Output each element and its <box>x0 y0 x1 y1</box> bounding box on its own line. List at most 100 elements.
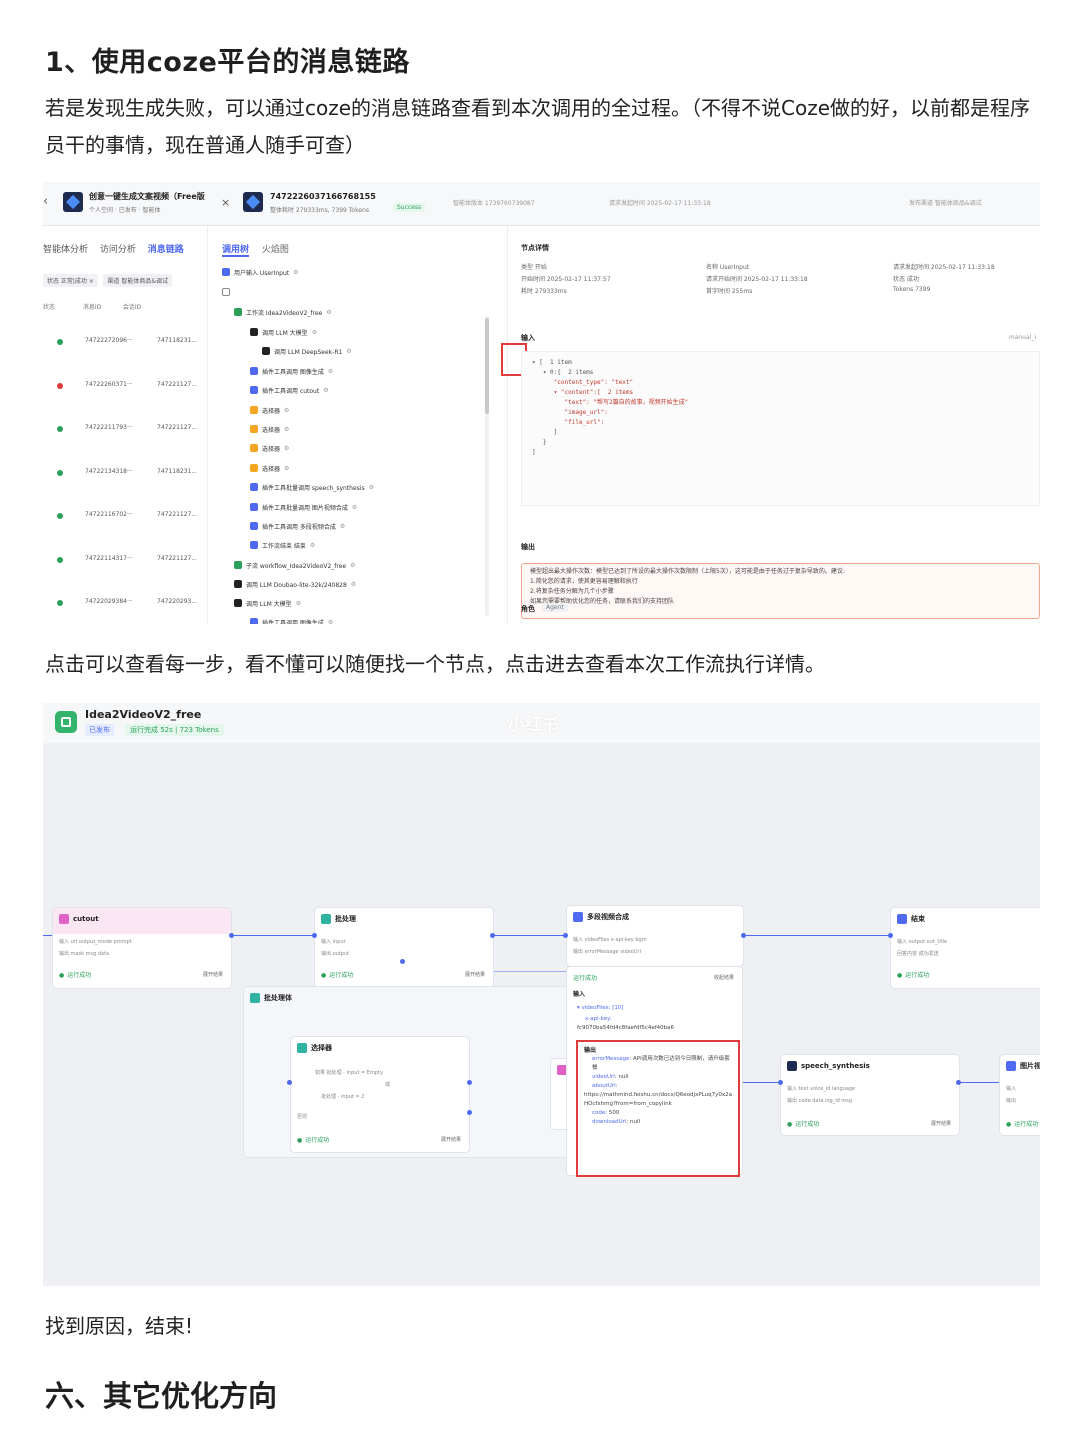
tree-node[interactable]: 选择器 ⚙ <box>250 403 289 417</box>
port-selector-in[interactable] <box>287 1080 292 1085</box>
tree-node[interactable]: 插件工具批量调用 speech_synthesis ⚙ <box>250 480 374 494</box>
tree-node[interactable]: 调用 LLM DeepSeek-R1 ⚙ <box>262 344 352 358</box>
gear-icon[interactable]: ⚙ <box>296 600 301 607</box>
col-session-id[interactable]: 会话ID <box>123 302 161 311</box>
col-message-id[interactable]: 消息ID <box>83 302 121 311</box>
port-selector-out2[interactable] <box>467 1110 472 1115</box>
tree-scroll-thumb[interactable] <box>485 318 489 414</box>
tab-agent-analysis[interactable]: 智能体分析 <box>43 245 88 255</box>
port-cutout-out[interactable] <box>229 933 234 938</box>
port-batch-out[interactable] <box>490 933 495 938</box>
speech-title: speech_synthesis <box>801 1062 870 1070</box>
gear-icon[interactable]: ⚙ <box>284 426 289 433</box>
gear-icon[interactable]: ⚙ <box>350 562 355 569</box>
port-batch-in[interactable] <box>312 933 317 938</box>
end-icon <box>897 914 907 924</box>
filter-chips: 状态 正常|成功 × 渠道 智能体商品&调试 <box>43 274 175 287</box>
port-selector-out1[interactable] <box>467 1080 472 1085</box>
node-batch[interactable]: 批处理 输入 input 输出 output 运行成功 展开结果 <box>315 908 493 988</box>
gear-icon[interactable]: ⚙ <box>284 445 289 452</box>
tree-node[interactable]: 工作流 Idea2VideoV2_free ⚙ <box>234 305 332 319</box>
merge-collapse-button[interactable]: 收起结果 <box>714 974 734 981</box>
cutout-expand-button[interactable]: 展开结果 <box>203 971 223 978</box>
selector-expand-button[interactable]: 展开结果 <box>441 1136 461 1143</box>
node-cutout[interactable]: cutout 输入 url output_mode prompt 输出 mask… <box>53 908 231 988</box>
filter-status-chip[interactable]: 状态 正常|成功 × <box>43 274 98 287</box>
gear-icon[interactable]: ⚙ <box>328 368 333 375</box>
gear-icon[interactable]: ⚙ <box>346 348 351 355</box>
gear-icon[interactable]: ⚙ <box>340 523 345 530</box>
table-row[interactable]: 74722114317··· 747221127... <box>43 554 208 568</box>
gear-icon[interactable]: ⚙ <box>310 542 315 549</box>
table-row[interactable]: 74722272096··· 747118231... <box>43 336 208 350</box>
gear-icon[interactable]: ⚙ <box>323 387 328 394</box>
node-multi-video-merge[interactable]: 多段视频合成 输入 videoFiles x-api-key bgm 输出 er… <box>567 906 743 966</box>
tree-node[interactable] <box>222 285 234 299</box>
tree-node-icon <box>250 618 258 624</box>
filter-channel-chip[interactable]: 渠道 智能体商品&调试 <box>103 274 173 287</box>
tab-flame-graph[interactable]: 火焰图 <box>262 245 289 255</box>
node-end[interactable]: 结束 输入 output out_title 回答内容 成功发送 运行成功 <box>891 908 1040 988</box>
table-row[interactable]: 74722029384··· 747220293... <box>43 597 208 611</box>
gear-icon[interactable]: ⚙ <box>369 484 374 491</box>
message-trace-screenshot: ‹ 创意一键生成文案视频（Free版 个人空间 · 已发布 · 智能体 × 74… <box>43 182 1040 624</box>
row-session-id: 747221127... <box>157 554 198 562</box>
tab-message-trace[interactable]: 消息链路 <box>148 245 184 255</box>
port-merge-in[interactable] <box>563 933 568 938</box>
gear-icon[interactable]: ⚙ <box>352 504 357 511</box>
node-selector[interactable]: 选择器 如果 批处理 - input = Empty 或 批处理 - input… <box>291 1037 469 1152</box>
table-row[interactable]: 74722116702··· 747221127... <box>43 510 208 524</box>
port-merge-out[interactable] <box>741 933 746 938</box>
tree-node[interactable]: 子流 workflow_Idea2VideoV2_free ⚙ <box>234 558 356 572</box>
section-heading-6: 六、其它优化方向 <box>45 1379 278 1413</box>
gear-icon[interactable]: ⚙ <box>328 619 333 625</box>
tree-node[interactable]: 插件工具调用 图像生成 ⚙ <box>250 364 333 378</box>
tree-node[interactable]: 调用 LLM Doubao-lite-32k/240828 ⚙ <box>234 577 356 591</box>
tree-node[interactable]: 工作流结束 结束 ⚙ <box>250 538 315 552</box>
tree-node[interactable]: 插件工具调用 图像生成 ⚙ <box>250 615 333 624</box>
highlight-box-error-output: 输出 errorMessage: API调用次数已达到今日限制，请升级套餐 vid… <box>576 1040 740 1177</box>
table-row[interactable]: 74722260371··· 747221127... <box>43 380 208 394</box>
tree-node[interactable]: 插件工具调用 cutout ⚙ <box>250 383 329 397</box>
gear-icon[interactable]: ⚙ <box>326 309 331 316</box>
gear-icon[interactable]: ⚙ <box>284 465 289 472</box>
error-output-line: errorMessage: API调用次数已达到今日限制，请升级套餐 <box>584 1055 732 1073</box>
table-header: 状态 消息ID 会话ID <box>43 302 161 311</box>
kv-status: 状态 成功 <box>893 276 919 283</box>
tree-node[interactable]: 选择器 ⚙ <box>250 441 289 455</box>
table-row[interactable]: 74722134318··· 747118231... <box>43 467 208 481</box>
tree-node-icon <box>250 503 258 511</box>
input-json-viewer[interactable]: ▾ [ 1 item ▾ 0:{ 2 items "content_type":… <box>521 351 1040 506</box>
tree-node[interactable]: 选择器 ⚙ <box>250 461 289 475</box>
gear-icon[interactable]: ⚙ <box>284 407 289 414</box>
tab-call-tree[interactable]: 调用树 <box>222 245 250 257</box>
gear-icon[interactable]: ⚙ <box>293 269 298 276</box>
port-end-in[interactable] <box>888 933 893 938</box>
gear-icon[interactable]: ⚙ <box>312 329 317 336</box>
tree-node[interactable]: 调用 LLM 大模型 ⚙ <box>250 325 317 339</box>
row-status-dot <box>57 339 63 345</box>
gear-icon[interactable]: ⚙ <box>351 581 356 588</box>
port-speech-in[interactable] <box>778 1080 783 1085</box>
port-batch-body[interactable] <box>400 959 405 964</box>
col-status[interactable]: 状态 <box>43 302 81 311</box>
row-status-dot <box>57 513 63 519</box>
batch-expand-button[interactable]: 展开结果 <box>465 971 485 978</box>
tree-node[interactable]: 调用 LLM 大模型 ⚙ <box>234 596 301 610</box>
tree-node[interactable]: 选择器 ⚙ <box>250 422 289 436</box>
tree-node-label: 选择器 <box>262 407 281 415</box>
tab-visit-analysis[interactable]: 访问分析 <box>100 245 136 255</box>
close-icon[interactable]: × <box>221 196 230 209</box>
tree-node[interactable]: 用户输入 UserInput ⚙ <box>222 265 299 279</box>
selector-title: 选择器 <box>311 1044 332 1052</box>
back-arrow-icon[interactable]: ‹ <box>43 194 48 209</box>
explain-paragraph: 点击可以查看每一步，看不懂可以随便找一个节点，点击进去查看本次工作流执行详情。 <box>45 652 825 676</box>
table-row[interactable]: 74722211793··· 747221127... <box>43 423 208 437</box>
detail-videofiles[interactable]: ▾ videoFiles: [10] <box>577 1005 624 1011</box>
node-speech-synthesis[interactable]: speech_synthesis 输入 text voice_id langua… <box>781 1055 959 1135</box>
tree-node[interactable]: 插件工具批量调用 图片视频合成 ⚙ <box>250 500 357 514</box>
tree-node[interactable]: 插件工具调用 多段视频合成 ⚙ <box>250 519 345 533</box>
speech-expand-button[interactable]: 展开结果 <box>931 1120 951 1127</box>
node-image-video[interactable]: 图片视频 输入 输出 运行成功 <box>1000 1055 1040 1135</box>
port-speech-out[interactable] <box>956 1080 961 1085</box>
